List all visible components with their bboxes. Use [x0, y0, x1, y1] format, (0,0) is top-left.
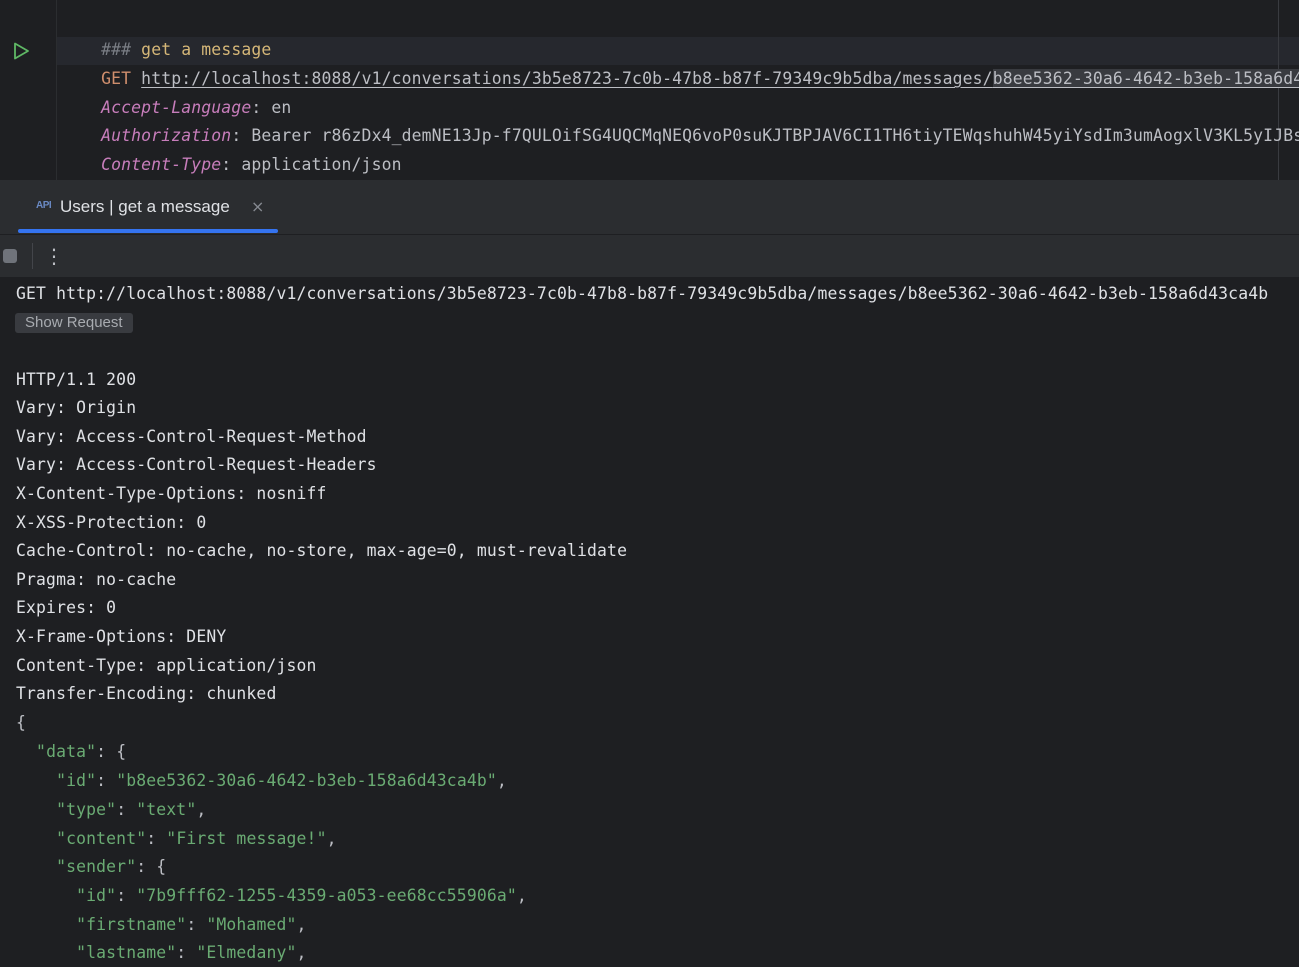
- response-viewer[interactable]: [0, 278, 1299, 961]
- response-header: X-Frame-Options: DENY: [16, 627, 227, 646]
- header-value: application/json: [241, 155, 402, 174]
- json-line: "type": "text",: [56, 800, 207, 819]
- http-request-editor[interactable]: ### get a message GET http://localhost:8…: [0, 0, 1299, 180]
- close-icon[interactable]: ×: [251, 197, 264, 216]
- request-name-comment: ### get a message: [61, 8, 271, 59]
- show-request-button[interactable]: Show Request: [15, 313, 133, 333]
- stop-icon[interactable]: [3, 249, 17, 263]
- response-header: Pragma: no-cache: [16, 570, 177, 589]
- json-value: "Elmedany": [196, 943, 297, 962]
- response-header: Transfer-Encoding: chunked: [16, 684, 277, 703]
- json-value: "First message!": [166, 829, 327, 848]
- run-request-icon[interactable]: [11, 41, 31, 61]
- header-line-authorization: Authorization: Bearer r86zDx4_demNE13Jp-…: [61, 94, 1299, 145]
- active-tab-indicator: [18, 229, 278, 233]
- json-key: "type": [56, 800, 117, 819]
- json-line: "id": "b8ee5362-30a6-4642-b3eb-158a6d43c…: [56, 771, 507, 790]
- json-key: "lastname": [76, 943, 177, 962]
- json-value: "7b9fff62-1255-4359-a053-ee68cc55906a": [136, 886, 517, 905]
- response-request-line: GET http://localhost:8088/v1/conversatio…: [16, 284, 1269, 303]
- tab-label[interactable]: Users | get a message: [60, 197, 230, 217]
- json-key: "firstname": [76, 915, 187, 934]
- json-key: "content": [56, 829, 147, 848]
- json-value: "text": [136, 800, 197, 819]
- gutter-divider: [56, 0, 57, 180]
- json-value: "b8ee5362-30a6-4642-b3eb-158a6d43ca4b": [116, 771, 497, 790]
- response-header: Expires: 0: [16, 598, 117, 617]
- json-value: "Mohamed": [206, 915, 297, 934]
- request-url-id: b8ee5362-30a6-4642-b3eb-158a6d43c: [992, 69, 1299, 88]
- services-tab-bar: API Users | get a message ×: [0, 180, 1299, 235]
- json-line: {: [16, 709, 26, 737]
- toolbar-separator: [32, 243, 33, 269]
- request-url-link[interactable]: http://localhost:8088/v1/conversations/3…: [141, 69, 1299, 88]
- response-toolbar: [0, 235, 1299, 277]
- header-value: Bearer r86zDx4_demNE13Jp-f7QULOifSG4UQCM…: [251, 126, 1299, 145]
- json-line: "id": "7b9fff62-1255-4359-a053-ee68cc559…: [76, 886, 527, 905]
- more-options-icon[interactable]: ⋮: [44, 244, 64, 268]
- json-line: "sender": {: [56, 857, 167, 876]
- api-icon: API: [36, 200, 52, 211]
- response-header: Cache-Control: no-cache, no-store, max-a…: [16, 541, 628, 560]
- response-header: Vary: Access-Control-Request-Headers: [16, 455, 377, 474]
- response-header: X-Content-Type-Options: nosniff: [16, 484, 327, 503]
- response-header: Content-Type: application/json: [16, 656, 317, 675]
- json-line: "lastname": "Elmedany",: [76, 943, 307, 962]
- json-open-brace: {: [16, 713, 27, 732]
- request-line: GET http://localhost:8088/v1/conversatio…: [61, 37, 1299, 88]
- header-name: Content-Type: [101, 155, 222, 174]
- header-line-accept-language: Accept-Language: en: [101, 98, 292, 117]
- response-status: HTTP/1.1 200: [16, 370, 137, 389]
- json-key: "data": [36, 742, 97, 761]
- response-header: Vary: Access-Control-Request-Method: [16, 427, 367, 446]
- json-key: "id": [76, 886, 117, 905]
- json-key: "id": [56, 771, 97, 790]
- json-line: "data": {: [36, 742, 127, 761]
- json-key: "sender": [56, 857, 137, 876]
- json-line: "firstname": "Mohamed",: [76, 915, 307, 934]
- response-header: X-XSS-Protection: 0: [16, 513, 207, 532]
- header-line-content-type: Content-Type: application/json: [101, 155, 402, 174]
- response-header: Vary: Origin: [16, 398, 137, 417]
- json-line: "content": "First message!",: [56, 829, 337, 848]
